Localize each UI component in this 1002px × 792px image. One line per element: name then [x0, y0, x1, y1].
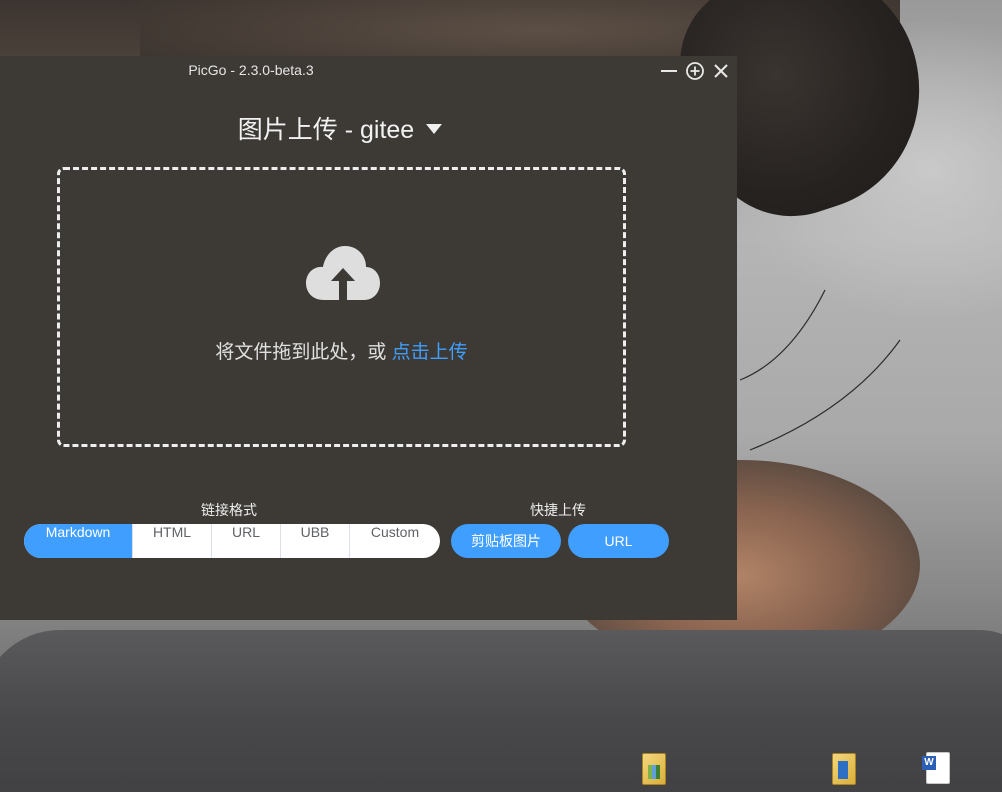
desktop-folder-icon[interactable]	[638, 751, 668, 787]
title-bar[interactable]: PicGo - 2.3.0-beta.3	[0, 56, 737, 86]
clipboard-upload-button[interactable]: 剪贴板图片	[451, 524, 561, 558]
link-format-label: 链接格式	[201, 502, 257, 518]
close-icon[interactable]	[711, 61, 731, 81]
format-option-url[interactable]: URL	[211, 524, 280, 558]
uploader-selector[interactable]: 图片上传 - gitee	[0, 110, 680, 146]
picgo-window: PicGo - 2.3.0-beta.3 图片上传 - gitee 将文件拖到此…	[0, 56, 737, 620]
window-title: PicGo - 2.3.0-beta.3	[188, 62, 314, 78]
caret-down-icon[interactable]	[426, 124, 443, 135]
click-upload-link[interactable]: 点击上传	[392, 342, 468, 363]
wallpaper-whiskers	[739, 289, 901, 451]
desktop-word-document-icon[interactable]: W	[922, 750, 952, 786]
quick-upload-label: 快捷上传	[530, 502, 586, 518]
plus-circle-icon[interactable]	[685, 61, 705, 81]
link-format-radio-group: Markdown HTML URL UBB Custom	[24, 524, 440, 558]
format-option-markdown[interactable]: Markdown	[24, 524, 132, 558]
url-upload-button[interactable]: URL	[568, 524, 669, 558]
format-option-custom[interactable]: Custom	[349, 524, 440, 558]
dropzone-instruction: 将文件拖到此处，或	[215, 342, 392, 363]
upload-dropzone[interactable]: 将文件拖到此处，或 点击上传	[57, 167, 626, 447]
cloud-upload-icon	[306, 246, 380, 300]
uploader-title: 图片上传 - gitee	[237, 116, 415, 144]
format-option-ubb[interactable]: UBB	[280, 524, 349, 558]
format-option-html[interactable]: HTML	[132, 524, 211, 558]
dropzone-text: 将文件拖到此处，或 点击上传	[60, 337, 623, 364]
minimize-icon[interactable]	[659, 61, 679, 81]
desktop-folder-icon[interactable]	[828, 751, 858, 787]
